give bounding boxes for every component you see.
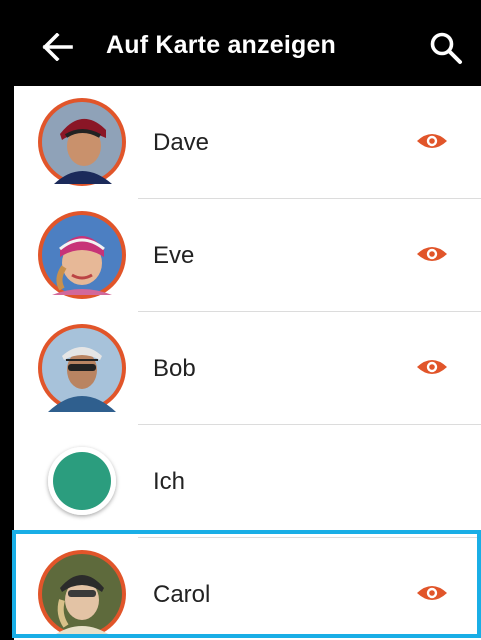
avatar: [36, 548, 128, 640]
search-icon[interactable]: [426, 28, 466, 68]
list-item[interactable]: Dave: [14, 86, 481, 199]
app-bar: Auf Karte anzeigen: [14, 8, 481, 86]
list-item[interactable]: Eve: [14, 199, 481, 312]
contact-name: Eve: [153, 242, 195, 269]
eye-icon[interactable]: [415, 355, 449, 379]
list-item[interactable]: Bob: [14, 312, 481, 425]
eye-icon[interactable]: [415, 242, 449, 266]
contact-list: Dave Eve Bob Ich Carol: [14, 86, 481, 640]
contact-name: Dave: [153, 129, 210, 156]
arrow-left-icon[interactable]: [40, 29, 76, 65]
eye-icon[interactable]: [415, 129, 449, 153]
list-item[interactable]: Carol: [14, 538, 481, 640]
contact-name: Bob: [153, 355, 196, 382]
contact-name: Ich: [153, 468, 186, 495]
self-location-dot: [36, 435, 128, 527]
eye-icon[interactable]: [415, 581, 449, 605]
page-title: Auf Karte anzeigen: [106, 31, 337, 59]
screen: Auf Karte anzeigen Dave Eve Bob Ich Caro…: [14, 8, 481, 640]
avatar: [36, 96, 128, 188]
contact-name: Carol: [153, 581, 211, 608]
avatar: [36, 209, 128, 301]
list-item[interactable]: Ich: [14, 425, 481, 538]
avatar: [36, 322, 128, 414]
